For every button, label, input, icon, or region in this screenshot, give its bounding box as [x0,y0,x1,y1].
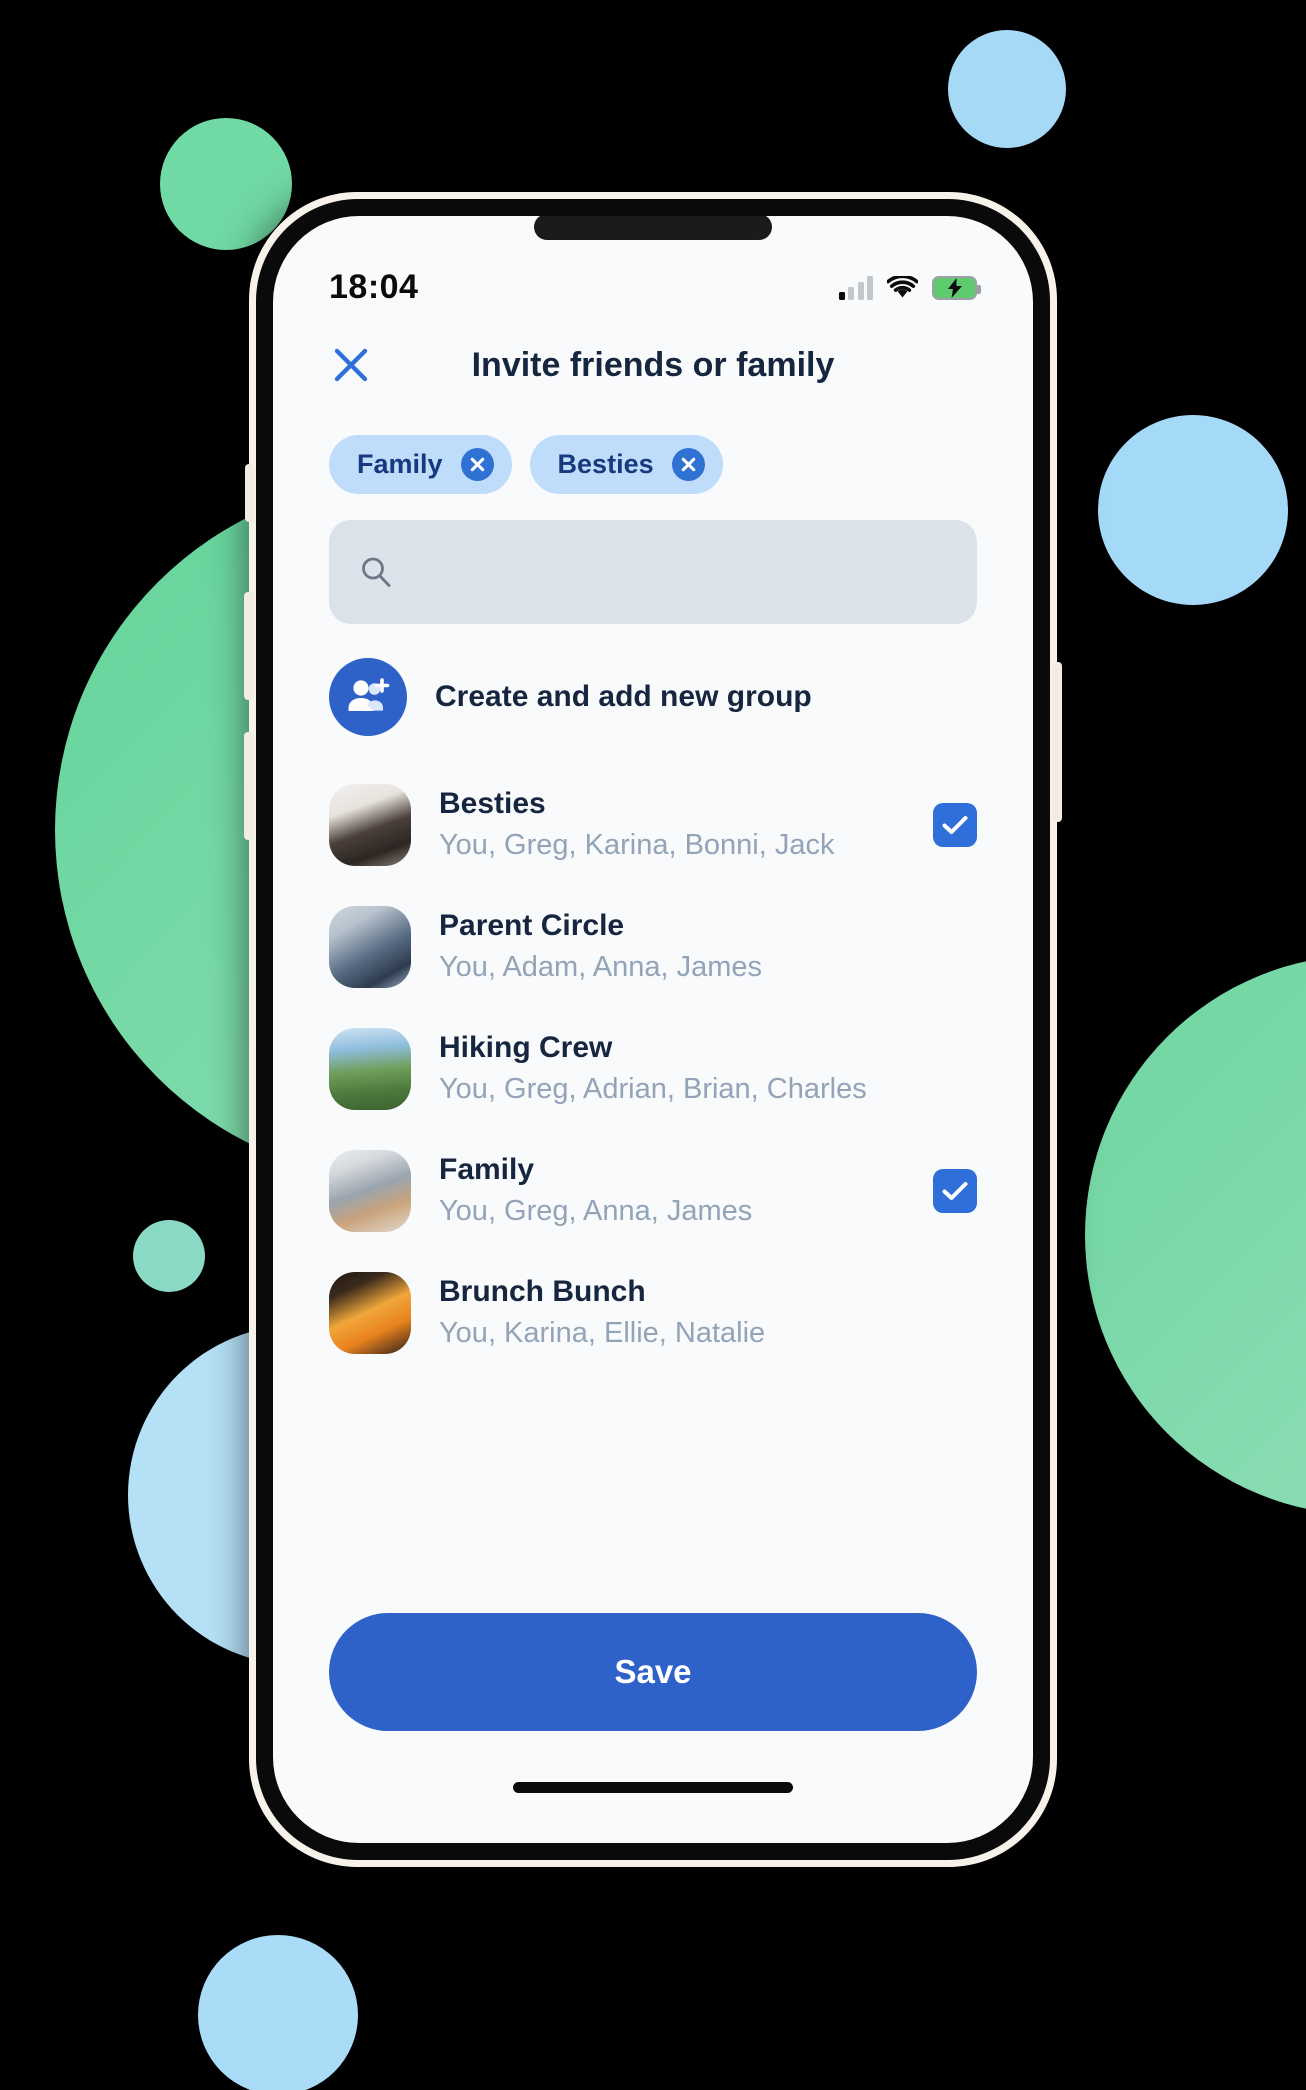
phone-screen: 18:04 Invite friends or family Family Be… [273,216,1033,1843]
close-x-icon [334,348,368,382]
search-section [273,494,1033,624]
selected-groups-chips: Family Besties [273,407,1033,494]
phone-bezel: 18:04 Invite friends or family Family Be… [256,199,1050,1860]
group-name: Family [439,1152,535,1186]
search-icon [362,557,391,587]
earpiece-speaker-notch [534,216,772,240]
chip-family[interactable]: Family [329,435,512,494]
chip-besties[interactable]: Besties [529,435,723,494]
group-row-brunch-bunch[interactable]: Brunch Bunch You, Karina, Ellie, Natalie [329,1252,977,1374]
group-row-besties[interactable]: Besties You, Greg, Karina, Bonni, Jack [329,764,977,886]
add-people-icon [348,678,390,711]
page-background: 18:04 Invite friends or family Family Be… [0,0,1306,2090]
battery-charging-icon [932,275,981,300]
group-avatar [329,784,411,866]
group-text: Parent Circle You, Adam, Anna, James [439,907,905,988]
group-row-family[interactable]: Family You, Greg, Anna, James [329,1130,977,1252]
home-indicator-area [273,1731,1033,1843]
wifi-icon [887,276,918,298]
close-button[interactable] [329,343,373,387]
chip-remove-button[interactable] [671,448,705,481]
checkmark-icon [942,816,968,834]
chip-label: Besties [557,449,654,479]
status-bar-clock: 18:04 [329,268,419,306]
decorative-circle-blue-top [948,30,1066,148]
app-header: Invite friends or family [273,307,1033,407]
volume-down-button[interactable] [244,732,254,840]
decorative-circle-blue-right [1098,415,1288,605]
group-checkbox[interactable] [933,925,977,969]
chip-label: Family [357,449,443,479]
decorative-circle-teal-dot [133,1220,205,1292]
group-row-parent-circle[interactable]: Parent Circle You, Adam, Anna, James [329,886,977,1008]
group-checkbox[interactable] [933,1047,977,1091]
decorative-circle-green-mid [1085,955,1306,1515]
group-avatar [329,906,411,988]
decorative-circle-green-small [160,118,292,250]
group-text: Hiking Crew You, Greg, Adrian, Brian, Ch… [439,1029,905,1110]
group-members: You, Greg, Karina, Bonni, Jack [439,829,835,862]
power-button[interactable] [1052,662,1062,822]
group-members: You, Greg, Adrian, Brian, Charles [439,1073,867,1106]
group-checkbox[interactable] [933,1291,977,1335]
chip-remove-button[interactable] [460,448,494,481]
home-indicator[interactable] [513,1781,793,1793]
group-name: Besties [439,786,546,820]
groups-list: Create and add new group Besties You, Gr… [273,624,1033,1613]
group-checkbox[interactable] [933,803,977,847]
group-members: You, Adam, Anna, James [439,951,762,984]
group-members: You, Greg, Anna, James [439,1195,753,1228]
group-name: Parent Circle [439,908,625,942]
group-checkbox[interactable] [933,1169,977,1213]
decorative-circle-blue-bottom [198,1935,358,2090]
page-title: Invite friends or family [471,345,835,384]
status-bar-icons [838,275,981,300]
add-people-avatar [329,658,407,736]
group-avatar [329,1028,411,1110]
group-avatar [329,1150,411,1232]
group-name: Brunch Bunch [439,1274,646,1308]
search-box[interactable] [329,520,977,624]
circle-close-icon [681,457,695,472]
create-new-group-label: Create and add new group [435,680,812,713]
group-text: Brunch Bunch You, Karina, Ellie, Natalie [439,1273,905,1354]
silence-switch-button[interactable] [245,464,254,522]
footer-actions: Save [273,1613,1033,1731]
search-input[interactable] [411,556,947,588]
group-name: Hiking Crew [439,1030,613,1064]
circle-close-icon [470,457,484,472]
group-members: You, Karina, Ellie, Natalie [439,1317,766,1350]
phone-device-mockup: 18:04 Invite friends or family Family Be… [244,192,1062,1867]
volume-up-button[interactable] [244,592,254,700]
group-row-hiking-crew[interactable]: Hiking Crew You, Greg, Adrian, Brian, Ch… [329,1008,977,1130]
create-new-group-row[interactable]: Create and add new group [329,624,977,764]
checkmark-icon [942,1182,968,1200]
group-text: Besties You, Greg, Karina, Bonni, Jack [439,785,905,866]
save-button[interactable]: Save [329,1613,977,1731]
cellular-signal-icon [838,275,873,300]
group-text: Family You, Greg, Anna, James [439,1151,905,1232]
group-avatar [329,1272,411,1354]
